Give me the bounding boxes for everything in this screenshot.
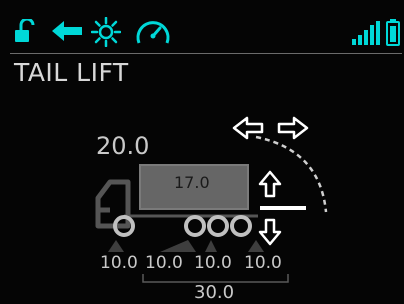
load-marker: [205, 240, 217, 252]
wheel: [184, 215, 206, 237]
total-weight-value: 20.0: [96, 132, 150, 160]
left-arrow-icon[interactable]: [232, 116, 264, 140]
right-arrow-icon[interactable]: [277, 116, 309, 140]
load-marker: [160, 240, 196, 252]
axle-weight-1: 10.0: [100, 253, 138, 273]
load-markers: [108, 240, 264, 252]
axle-weight-2: 10.0: [145, 253, 183, 273]
wheel: [207, 215, 229, 237]
down-arrow-icon[interactable]: [258, 218, 282, 246]
body-weight-value: 17.0: [174, 173, 210, 192]
axle-weight-4: 10.0: [244, 253, 282, 273]
load-marker: [108, 240, 124, 252]
wheels: [113, 215, 252, 237]
load-marker: [248, 240, 264, 252]
sum-bracket: [142, 274, 289, 283]
tail-lift-screen: TAIL LIFT 20.0 17.0 10.0 10.0 10.0 10.0 …: [0, 0, 404, 304]
up-arrow-icon[interactable]: [258, 170, 282, 198]
wheel: [230, 215, 252, 237]
axle-weight-3: 10.0: [194, 253, 232, 273]
truck-cab-icon: [95, 179, 131, 229]
sum-weight-value: 30.0: [194, 282, 235, 303]
